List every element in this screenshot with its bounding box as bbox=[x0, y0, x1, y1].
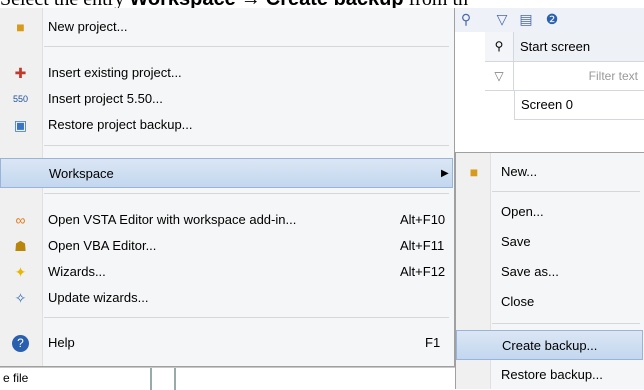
background-grid: ⚲ Start screen ▽ Filter text Screen 0 bbox=[455, 32, 644, 127]
submenu-item-save-as[interactable]: Save as... bbox=[456, 257, 643, 287]
file-context-menu: ■ New project... ✚ Insert existing proje… bbox=[0, 8, 455, 367]
shortcut-label: F1 bbox=[425, 335, 441, 350]
submenu-item-label: Close bbox=[501, 294, 535, 309]
splitter-handle[interactable] bbox=[150, 368, 176, 390]
menu-separator bbox=[44, 193, 449, 194]
submenu-item-label: New... bbox=[501, 164, 538, 179]
update-wizards-icon: ✧ bbox=[14, 290, 27, 306]
submenu-separator bbox=[492, 191, 640, 192]
binoculars-icon: ⚲ bbox=[485, 32, 514, 62]
submenu-item-label: Save as... bbox=[501, 264, 559, 279]
project-550-icon: 550 bbox=[12, 94, 29, 104]
submenu-item-create-backup[interactable]: Create backup... bbox=[456, 330, 643, 360]
menu-separator bbox=[44, 317, 449, 318]
submenu-item-restore-backup[interactable]: Restore backup... bbox=[456, 360, 643, 390]
menu-item-label: Help bbox=[48, 335, 75, 350]
submenu-item-save[interactable]: Save bbox=[456, 227, 643, 257]
bottom-text: e file bbox=[3, 371, 29, 385]
menu-item-update-wizards[interactable]: ✧ Update wizards... bbox=[0, 283, 453, 313]
help-icon: ? bbox=[12, 335, 29, 352]
menu-item-label: Restore project backup... bbox=[48, 117, 193, 132]
new-project-icon: ■ bbox=[16, 19, 25, 35]
properties-icon[interactable]: ▤ bbox=[517, 10, 535, 28]
help-icon[interactable]: ❷ bbox=[543, 10, 561, 28]
filter-icon[interactable]: ▽ bbox=[493, 10, 511, 28]
background-toolbar: ⚲ ▽ ▤ ❷ bbox=[455, 8, 644, 33]
submenu-item-new[interactable]: ■ New... bbox=[456, 157, 643, 187]
submenu-separator bbox=[492, 323, 640, 324]
menu-item-help[interactable]: ? Help F1 bbox=[0, 328, 453, 358]
submenu-item-open[interactable]: Open... bbox=[456, 197, 643, 227]
submenu-item-label: Create backup... bbox=[502, 338, 598, 353]
vba-icon: ☗ bbox=[14, 238, 27, 254]
menu-item-label: New project... bbox=[48, 19, 128, 34]
vsta-icon: ∞ bbox=[15, 212, 26, 228]
restore-backup-icon: ▣ bbox=[13, 117, 28, 133]
menu-item-workspace[interactable]: Workspace ▶ bbox=[0, 158, 453, 188]
submenu-item-label: Restore backup... bbox=[501, 367, 603, 382]
workspace-submenu: ■ New... Open... Save Save as... Close C… bbox=[455, 152, 644, 389]
menu-item-label: Workspace bbox=[49, 166, 114, 181]
column-header-start-screen[interactable]: Start screen bbox=[514, 32, 644, 62]
search-binoculars-icon[interactable]: ⚲ bbox=[457, 10, 475, 28]
menu-item-restore-project-backup[interactable]: ▣ Restore project backup... bbox=[0, 110, 453, 140]
menu-item-new-project[interactable]: ■ New project... bbox=[0, 12, 453, 42]
submenu-arrow-icon: ▶ bbox=[441, 168, 449, 179]
grid-cell[interactable]: Screen 0 bbox=[514, 91, 644, 120]
wizard-icon: ✦ bbox=[14, 264, 27, 280]
insert-project-icon: ✚ bbox=[14, 65, 27, 81]
submenu-item-label: Save bbox=[501, 234, 531, 249]
menu-separator bbox=[44, 145, 449, 146]
instruction-caption: Select the entry Workspace → Create back… bbox=[0, 0, 468, 9]
menu-separator bbox=[44, 46, 449, 47]
new-workspace-icon: ■ bbox=[469, 164, 479, 180]
submenu-item-close[interactable]: Close bbox=[456, 287, 643, 317]
filter-text-input[interactable]: Filter text bbox=[514, 62, 644, 91]
funnel-icon[interactable]: ▽ bbox=[485, 62, 514, 91]
menu-item-label: Update wizards... bbox=[48, 290, 149, 305]
submenu-item-label: Open... bbox=[501, 204, 544, 219]
